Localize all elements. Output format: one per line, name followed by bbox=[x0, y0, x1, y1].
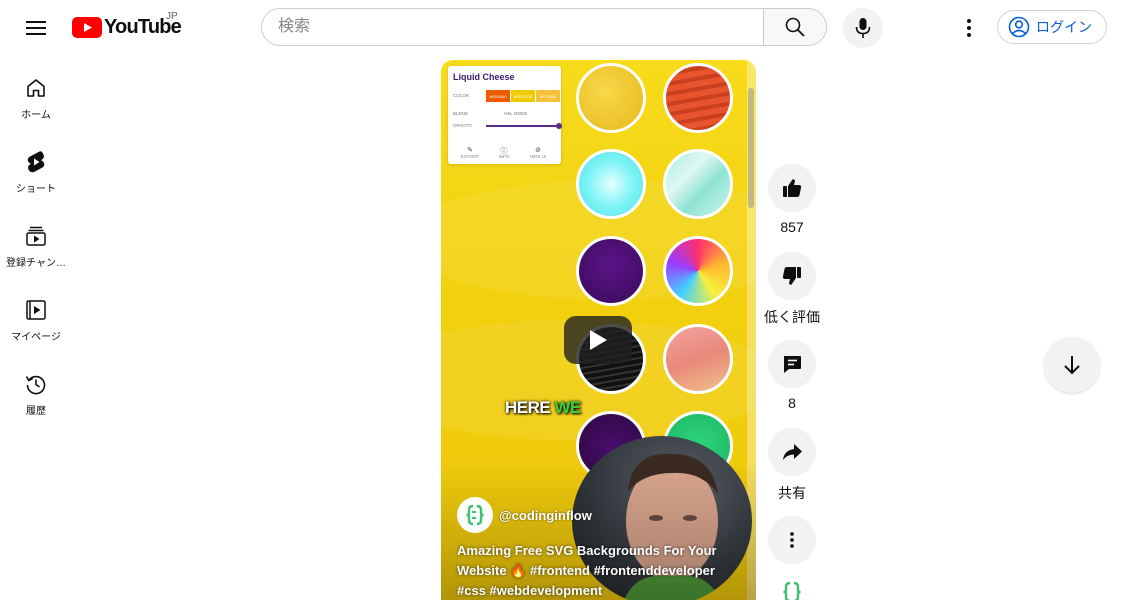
thumbs-up-icon bbox=[783, 179, 802, 197]
panel-export-action: ✎ EXPORT bbox=[458, 146, 482, 159]
background-preview bbox=[576, 236, 646, 306]
background-preview bbox=[663, 149, 733, 219]
share-action: 共有 bbox=[768, 428, 816, 503]
play-icon bbox=[590, 330, 607, 350]
panel-opacity-slider bbox=[486, 125, 559, 127]
search-bar bbox=[261, 8, 827, 48]
shorts-icon bbox=[24, 150, 48, 174]
sidebar-item-label: マイページ bbox=[11, 332, 61, 343]
sidebar-item-label: 履歴 bbox=[26, 406, 46, 417]
coding-in-flow-logo-icon bbox=[466, 504, 484, 526]
share-label: 共有 bbox=[778, 485, 806, 501]
youtube-logo[interactable]: YouTube bbox=[72, 16, 182, 39]
video-scroll-thumb bbox=[748, 88, 754, 208]
microphone-icon bbox=[855, 18, 871, 38]
video-caption: HERE WE bbox=[505, 398, 581, 418]
channel-mini-avatar[interactable] bbox=[780, 580, 804, 600]
hamburger-icon bbox=[26, 21, 46, 35]
more-vertical-icon bbox=[967, 19, 971, 37]
channel-name[interactable]: @codinginflow bbox=[499, 508, 592, 523]
shorts-video-player[interactable]: Liquid Cheese COLOR #EE5A00 #EECC00 #FF1… bbox=[441, 60, 756, 600]
comment-icon bbox=[784, 356, 801, 373]
menu-button[interactable] bbox=[20, 12, 52, 44]
login-button[interactable]: ログイン bbox=[997, 10, 1107, 44]
caption-green: WE bbox=[554, 398, 581, 417]
sidebar-item-subscriptions[interactable]: 登録チャン… bbox=[0, 204, 72, 274]
sidebar-item-history[interactable]: 履歴 bbox=[0, 352, 72, 422]
my-page-icon bbox=[24, 298, 48, 322]
panel-opacity-label: OPACITY bbox=[453, 123, 473, 128]
background-preview bbox=[663, 63, 733, 133]
youtube-play-logo-icon bbox=[72, 17, 102, 38]
like-button[interactable] bbox=[768, 164, 816, 212]
login-label: ログイン bbox=[1036, 19, 1092, 35]
background-preview bbox=[663, 236, 733, 306]
subscriptions-icon bbox=[24, 224, 48, 248]
coding-in-flow-logo-icon bbox=[783, 581, 801, 600]
channel-avatar[interactable] bbox=[457, 497, 493, 533]
comment-count: 8 bbox=[788, 395, 796, 411]
sidebar-item-my-page[interactable]: マイページ bbox=[0, 278, 72, 348]
panel-color-label: COLOR bbox=[453, 93, 470, 98]
share-arrow-icon bbox=[783, 444, 802, 460]
account-circle-icon bbox=[1008, 16, 1030, 38]
panel-opacity-knob bbox=[556, 123, 562, 129]
dislike-label: 低く評価 bbox=[764, 309, 820, 325]
caption-white: HERE bbox=[505, 398, 551, 417]
arrow-down-icon bbox=[1064, 356, 1080, 375]
info-icon: ⓘ bbox=[500, 148, 508, 155]
panel-swatch: #EECC00 bbox=[511, 90, 535, 102]
comment-button[interactable] bbox=[768, 340, 816, 388]
background-preview bbox=[663, 324, 733, 394]
dislike-button[interactable] bbox=[768, 252, 816, 300]
play-button[interactable] bbox=[564, 316, 632, 364]
background-preview bbox=[576, 63, 646, 133]
settings-more-button[interactable] bbox=[953, 12, 985, 44]
background-preview bbox=[576, 149, 646, 219]
video-title[interactable]: Amazing Free SVG Backgrounds For Your We… bbox=[457, 541, 732, 600]
home-icon bbox=[24, 76, 48, 100]
more-vertical-icon bbox=[790, 532, 794, 548]
panel-info-action: ⓘ INFO bbox=[492, 146, 516, 159]
like-count: 857 bbox=[780, 219, 804, 235]
hide-eye-icon: ⊘ bbox=[535, 147, 541, 154]
more-action bbox=[768, 516, 816, 564]
search-icon bbox=[785, 17, 805, 37]
sidebar-item-home[interactable]: ホーム bbox=[0, 56, 72, 126]
sidebar-item-shorts[interactable]: ショート bbox=[0, 130, 72, 200]
panel-swatch: #FF1166 bbox=[536, 90, 560, 102]
dislike-action: 低く評価 bbox=[764, 252, 820, 327]
search-input[interactable] bbox=[261, 8, 763, 46]
comment-action: 8 bbox=[768, 340, 816, 411]
panel-hide-ui-action: ⊘ HIDE UI bbox=[526, 146, 550, 159]
history-icon bbox=[24, 372, 48, 396]
more-options-button[interactable] bbox=[768, 516, 816, 564]
sidebar-item-label: 登録チャン… bbox=[6, 258, 66, 269]
top-bar: YouTube JP ログイン bbox=[0, 0, 1124, 56]
panel-blend-value: HSL MODE bbox=[504, 111, 528, 116]
panel-title: Liquid Cheese bbox=[453, 72, 515, 82]
voice-search-button[interactable] bbox=[843, 8, 883, 48]
country-code: JP bbox=[166, 11, 178, 22]
like-action: 857 bbox=[768, 164, 816, 235]
export-icon: ✎ bbox=[467, 147, 473, 154]
generator-panel: Liquid Cheese COLOR #EE5A00 #EECC00 #FF1… bbox=[448, 66, 562, 164]
panel-blend-label: BLEND bbox=[453, 111, 469, 116]
sidebar-item-label: ショート bbox=[16, 184, 56, 195]
next-video-button[interactable] bbox=[1044, 337, 1100, 393]
search-button[interactable] bbox=[763, 8, 827, 46]
panel-swatch: #EE5A00 bbox=[486, 90, 510, 102]
thumbs-down-icon bbox=[782, 267, 801, 285]
sidebar-item-label: ホーム bbox=[21, 110, 51, 121]
share-button[interactable] bbox=[768, 428, 816, 476]
